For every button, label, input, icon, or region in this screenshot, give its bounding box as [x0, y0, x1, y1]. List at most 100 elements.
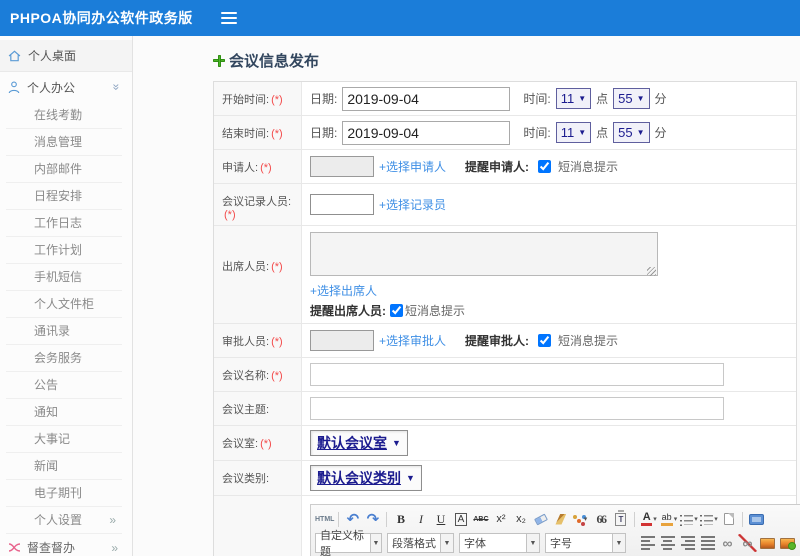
- auto-typeset-icon[interactable]: ▾: [571, 510, 590, 528]
- start-date-input[interactable]: [342, 86, 511, 111]
- approver-sms-checkbox[interactable]: [538, 334, 552, 347]
- meeting-room-select[interactable]: 默认会议室 ▼: [310, 430, 408, 456]
- unordered-list-icon[interactable]: ▾: [699, 510, 718, 528]
- fullscreen-icon[interactable]: [749, 513, 765, 525]
- font-border-icon[interactable]: A: [454, 512, 468, 526]
- size-combo[interactable]: 字号 ▼: [545, 533, 626, 553]
- sidebar-item-announcement[interactable]: 公告: [6, 372, 122, 399]
- align-left-icon[interactable]: [640, 536, 655, 550]
- sidebar-item-work-plan[interactable]: 工作计划: [6, 237, 122, 264]
- choose-attendees-link[interactable]: +选择出席人: [310, 282, 377, 299]
- sidebar-submenu: 在线考勤 消息管理 内部邮件 日程安排 工作日志 工作计划 手机短信 个人文件柜…: [0, 102, 132, 534]
- sidebar-item-personal-settings[interactable]: 个人设置 »: [6, 507, 122, 534]
- dropdown-arrow-icon[interactable]: ▾: [653, 515, 657, 523]
- underline-icon[interactable]: U: [431, 510, 450, 528]
- sms-label: 短消息提示: [558, 160, 619, 174]
- sidebar-item-meeting-service[interactable]: 会务服务: [6, 345, 122, 372]
- sidebar-item-memorabilia[interactable]: 大事记: [6, 426, 122, 453]
- meeting-name-input[interactable]: [310, 363, 724, 386]
- strikethrough-icon[interactable]: ABC: [471, 510, 490, 528]
- unlink-icon[interactable]: ∞: [738, 534, 757, 552]
- dropdown-arrow-icon[interactable]: ▼: [612, 534, 625, 552]
- link-icon[interactable]: ∞: [718, 534, 737, 552]
- recorder-input[interactable]: [310, 194, 374, 215]
- sidebar-item-desktop[interactable]: 个人桌面: [0, 40, 132, 72]
- end-minute-select[interactable]: 55 ▼: [613, 122, 650, 143]
- dropdown-arrow-icon[interactable]: ▾: [674, 515, 678, 523]
- page-title: 会议信息发布: [213, 50, 800, 71]
- image-icon[interactable]: [760, 537, 775, 549]
- insert-image-icon[interactable]: [780, 537, 796, 550]
- undo-icon[interactable]: ↶: [343, 510, 362, 528]
- sidebar-item-internal-mail[interactable]: 内部邮件: [6, 156, 122, 183]
- dropdown-arrow-icon[interactable]: ▼: [526, 534, 539, 552]
- ordered-list-icon[interactable]: ▾: [679, 510, 698, 528]
- sidebar-item-attendance[interactable]: 在线考勤: [6, 102, 122, 129]
- start-hour-select[interactable]: 11 ▼: [555, 88, 592, 109]
- dropdown-arrow-icon[interactable]: ▼: [440, 534, 453, 552]
- row-end-time: 结束时间:(*) 日期: 时间: 11▼ 点 55▼ 分: [214, 116, 796, 150]
- home-icon: [8, 50, 21, 61]
- superscript-icon[interactable]: x²: [491, 510, 510, 528]
- sidebar-item-office[interactable]: 个人办公 »: [0, 72, 132, 102]
- paste-text-icon[interactable]: T: [615, 512, 627, 526]
- paragraph-combo[interactable]: 段落格式 ▼: [387, 533, 454, 553]
- eraser-icon[interactable]: [534, 513, 548, 525]
- choose-approver-link[interactable]: +选择审批人: [379, 332, 446, 349]
- dropdown-arrow-icon[interactable]: ▾: [584, 515, 588, 523]
- new-page-icon[interactable]: [723, 513, 734, 525]
- field-label: 出席人员:: [222, 261, 270, 273]
- format-brush-icon[interactable]: [555, 513, 567, 525]
- required-mark: (*): [224, 209, 236, 221]
- minute-unit: 分: [654, 92, 667, 106]
- end-date-input[interactable]: [342, 120, 511, 145]
- dropdown-arrow-icon: ▼: [578, 128, 587, 137]
- sidebar-item-sms[interactable]: 手机短信: [6, 264, 122, 291]
- italic-icon[interactable]: I: [411, 510, 430, 528]
- choose-applicant-link[interactable]: +选择申请人: [379, 158, 446, 175]
- meeting-category-select[interactable]: 默认会议类别 ▼: [310, 465, 422, 491]
- field-label: 会议名称:: [222, 370, 270, 382]
- sidebar-item-file-cabinet[interactable]: 个人文件柜: [6, 291, 122, 318]
- sidebar-item-supervision[interactable]: 督查督办 »: [0, 534, 132, 556]
- required-mark: (*): [271, 336, 283, 348]
- approver-input[interactable]: [310, 330, 374, 351]
- meeting-subject-input[interactable]: [310, 397, 724, 420]
- align-justify-icon[interactable]: [700, 536, 715, 550]
- blockquote-icon[interactable]: 66: [591, 510, 610, 528]
- align-center-icon[interactable]: [660, 536, 675, 550]
- attendees-textarea[interactable]: [310, 232, 658, 276]
- highlight-color-icon[interactable]: ab ▾: [659, 510, 678, 528]
- dropdown-arrow-icon: ▼: [406, 473, 415, 483]
- sidebar-item-contacts[interactable]: 通讯录: [6, 318, 122, 345]
- bold-icon[interactable]: B: [391, 510, 410, 528]
- dropdown-arrow-icon[interactable]: ▾: [694, 515, 698, 523]
- sidebar-item-work-log[interactable]: 工作日志: [6, 210, 122, 237]
- sidebar-item-schedule[interactable]: 日程安排: [6, 183, 122, 210]
- start-minute-select[interactable]: 55 ▼: [613, 88, 650, 109]
- attendees-sms-checkbox[interactable]: [390, 304, 403, 317]
- time-label: 时间:: [523, 126, 551, 140]
- applicant-sms-checkbox[interactable]: [538, 160, 552, 173]
- heading-combo[interactable]: 自定义标题 ▼: [315, 530, 382, 556]
- field-label: 会议室:: [222, 438, 259, 450]
- applicant-input[interactable]: [310, 156, 374, 177]
- subscript-icon[interactable]: x₂: [511, 510, 530, 528]
- plus-icon: [213, 54, 225, 67]
- hamburger-menu-icon[interactable]: [220, 12, 237, 24]
- align-right-icon[interactable]: [680, 536, 695, 550]
- sidebar-item-e-journal[interactable]: 电子期刊: [6, 480, 122, 507]
- font-color-icon[interactable]: A ▾: [639, 510, 658, 528]
- dropdown-arrow-icon[interactable]: ▾: [714, 515, 718, 523]
- end-hour-select[interactable]: 11 ▼: [555, 122, 592, 143]
- redo-icon[interactable]: ↷: [363, 510, 382, 528]
- row-meeting-category: 会议类别: 默认会议类别 ▼: [214, 461, 796, 496]
- html-source-icon[interactable]: HTML: [315, 510, 334, 528]
- font-combo[interactable]: 字体 ▼: [459, 533, 540, 553]
- choose-recorder-link[interactable]: +选择记录员: [379, 196, 446, 213]
- sidebar-item-news[interactable]: 新闻: [6, 453, 122, 480]
- sidebar: 个人桌面 个人办公 » 在线考勤 消息管理 内部邮件 日程安排 工作日志 工作计…: [0, 36, 133, 556]
- sidebar-item-notice[interactable]: 通知: [6, 399, 122, 426]
- dropdown-arrow-icon[interactable]: ▼: [369, 534, 381, 552]
- sidebar-item-messages[interactable]: 消息管理: [6, 129, 122, 156]
